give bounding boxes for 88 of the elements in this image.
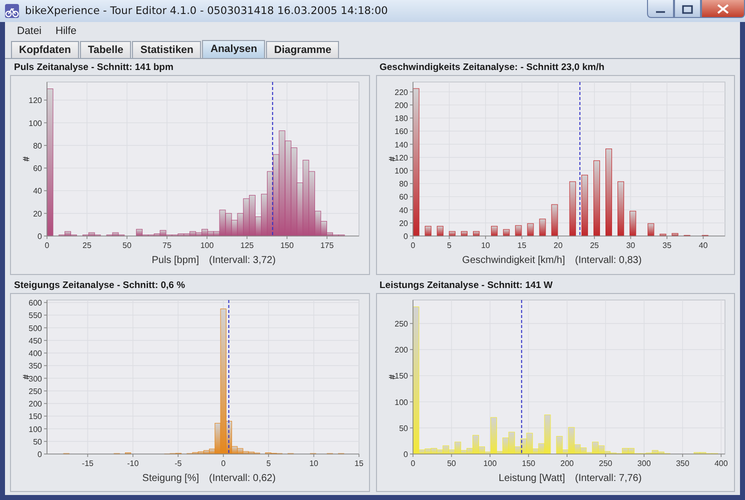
axis-tick-label: 10 [480, 241, 490, 250]
axis-tick-label: 125 [240, 241, 254, 250]
axis-tick-label: 350 [675, 458, 689, 468]
axis-tick-label: 50 [33, 436, 42, 446]
axis-tick-label: 0 [221, 458, 226, 468]
axis-tick-label: 100 [28, 424, 42, 434]
axis-tick-label: 120 [394, 153, 408, 162]
axis-tick-label: 400 [714, 458, 728, 468]
axis-tick-label: 300 [28, 374, 42, 383]
axis-tick-label: 350 [28, 361, 42, 370]
chart-title: Geschwindigkeits Zeitanalyse: - Schnitt 23,0 km/h [378, 61, 606, 75]
axis-tick-label: 450 [28, 336, 42, 345]
axis-tick-label: 35 [662, 241, 671, 250]
axis-tick-label: 50 [398, 423, 408, 432]
axis-label: Geschwindigkeit [km/h] [462, 255, 564, 266]
interval-label: (Intervall: 0,62) [209, 472, 276, 484]
axis-tick-label: 20 [553, 241, 562, 250]
axis-tick-label: 200 [394, 100, 408, 110]
axis-tick-label: -10 [127, 458, 139, 468]
axis-tick-label: 5 [266, 458, 271, 468]
axis-tick-label: 500 [28, 323, 42, 332]
axis-tick-label: 15 [516, 241, 526, 250]
axis-tick-label: 50 [446, 458, 456, 468]
interval-label: (Intervall: 3,72) [209, 255, 276, 266]
axis-tick-label: 550 [28, 310, 42, 320]
axis-tick-label: 0 [403, 450, 408, 458]
axis-tick-label: 200 [560, 458, 574, 468]
axis-tick-label: 0 [44, 241, 50, 250]
axis-label: Puls [bpm] [152, 255, 199, 266]
axis-label: # [386, 374, 396, 379]
axis-tick-label: 600 [28, 298, 42, 308]
axis-label: # [386, 156, 396, 162]
axis-tick-label: 25 [82, 241, 92, 250]
axis-tick-label: 120 [28, 96, 42, 106]
axis-tick-label: 150 [280, 241, 294, 250]
axis-tick-label: 140 [394, 140, 408, 150]
axis-tick-label: 160 [394, 127, 408, 136]
interval-label: (Intervall: 7,76) [574, 472, 642, 484]
axis-tick-label: 300 [636, 458, 650, 468]
axis-tick-label: 10 [309, 458, 318, 468]
axis-tick-label: 25 [589, 241, 598, 250]
axis-tick-label: 0 [38, 232, 42, 241]
axis-tick-label: 150 [28, 412, 42, 421]
axis-label: # [21, 156, 31, 162]
axis-tick-label: 180 [394, 114, 408, 124]
axis-tick-label: 200 [394, 345, 408, 354]
axis-tick-label: 40 [33, 186, 42, 196]
window-title: bikeXperience - Tour Editor 4.1.0 - 0503031418 16.03.2005 14:18:00 [25, 5, 389, 17]
axis-tick-label: 20 [398, 218, 408, 228]
axis-tick-label: 150 [394, 371, 408, 380]
axis-tick-label: 20 [33, 209, 42, 218]
axis-tick-label: 60 [33, 164, 42, 174]
axis-tick-label: 0 [410, 241, 415, 250]
axis-label: Steigung [%] [142, 472, 199, 484]
axis-label: # [21, 374, 31, 379]
axis-tick-label: 80 [398, 180, 408, 189]
axis-tick-label: 100 [394, 397, 408, 406]
axis-tick-label: 250 [394, 319, 408, 328]
axis-tick-label: 0 [403, 232, 408, 241]
axis-tick-label: -15 [82, 458, 94, 468]
axis-tick-label: 100 [394, 166, 408, 176]
chart-title: Leistungs Zeitanalyse - Schnitt: 141 W [378, 278, 554, 292]
chart-title: Puls Zeitanalyse - Schnitt: 141 bpm [13, 61, 174, 75]
axis-tick-label: 100 [28, 118, 42, 128]
axis-tick-label: 75 [162, 241, 172, 250]
axis-tick-label: 30 [626, 241, 635, 250]
axis-tick-label: 40 [698, 241, 708, 250]
axis-tick-label: 150 [521, 458, 535, 468]
axis-tick-label: 250 [598, 458, 612, 468]
axis-tick-label: 40 [398, 206, 408, 215]
axis-tick-label: 175 [320, 241, 334, 250]
chart-title: Steigungs Zeitanalyse - Schnitt: 0,6 % [13, 278, 186, 292]
axis-tick-label: 100 [482, 458, 496, 468]
axis-tick-label: 80 [33, 141, 42, 150]
axis-tick-label: 220 [394, 88, 408, 97]
axis-tick-label: 400 [28, 348, 42, 358]
axis-label: Leistung [Watt] [498, 472, 564, 484]
axis-tick-label: 0 [38, 450, 42, 458]
axis-tick-label: 100 [200, 241, 214, 250]
axis-tick-label: 0 [410, 458, 415, 468]
axis-tick-label: -5 [174, 458, 182, 468]
axis-tick-label: 60 [398, 192, 408, 202]
axis-tick-label: 5 [446, 241, 451, 250]
axis-tick-label: 15 [354, 458, 364, 468]
interval-label: (Intervall: 0,83) [574, 255, 642, 266]
axis-tick-label: 250 [28, 386, 42, 396]
axis-tick-label: 200 [28, 399, 42, 408]
axis-tick-label: 50 [122, 241, 132, 250]
